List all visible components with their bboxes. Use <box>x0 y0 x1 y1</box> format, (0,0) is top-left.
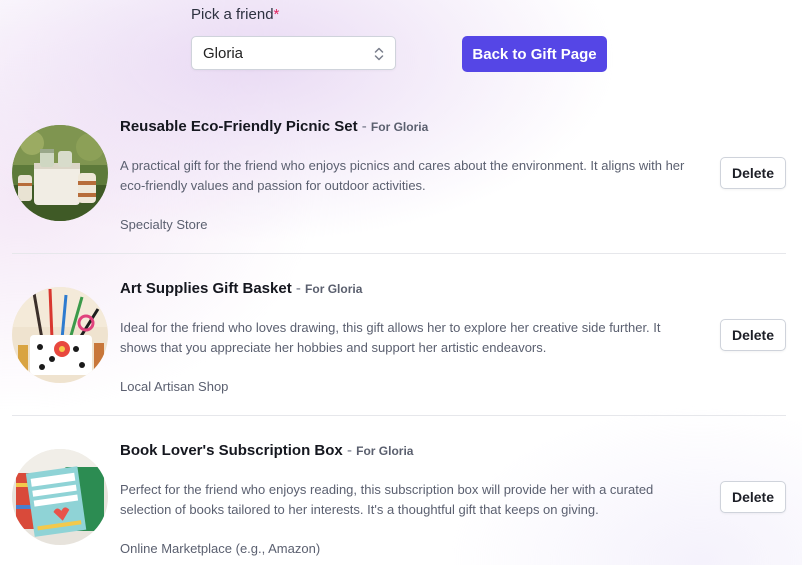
gift-source: Specialty Store <box>120 217 208 232</box>
delete-button[interactable]: Delete <box>720 481 786 513</box>
gift-description: Ideal for the friend who loves drawing, … <box>120 320 661 355</box>
title-separator: - <box>346 442 352 459</box>
gift-title: Reusable Eco-Friendly Picnic Set - For G… <box>120 118 428 135</box>
required-mark: * <box>273 6 280 23</box>
chevron-up-down-icon <box>373 45 385 63</box>
gift-title: Book Lover's Subscription Box - For Glor… <box>120 442 413 459</box>
friend-select[interactable]: Gloria <box>191 36 396 70</box>
title-separator: - <box>295 280 301 297</box>
gift-list: Reusable Eco-Friendly Picnic Set - For G… <box>12 104 786 565</box>
gift-name: Book Lover's Subscription Box <box>120 442 343 459</box>
gift-item: Book Lover's Subscription Box - For Glor… <box>12 415 786 565</box>
gift-title: Art Supplies Gift Basket - For Gloria <box>120 280 362 297</box>
gift-description: A practical gift for the friend who enjo… <box>120 158 685 193</box>
art-supplies-photo <box>12 287 108 383</box>
friend-picker-label: Pick a friend* <box>191 6 279 23</box>
gift-item: Art Supplies Gift Basket - For Gloria Id… <box>12 253 786 415</box>
friend-picker-label-text: Pick a friend <box>191 6 274 23</box>
picnic-set-photo <box>12 125 108 221</box>
back-to-gift-page-button[interactable]: Back to Gift Page <box>462 36 607 72</box>
gift-for-label: For Gloria <box>305 282 363 296</box>
title-separator: - <box>361 118 367 135</box>
gift-source: Online Marketplace (e.g., Amazon) <box>120 541 321 556</box>
delete-button[interactable]: Delete <box>720 319 786 351</box>
gift-for-label: For Gloria <box>356 444 414 458</box>
book-box-photo <box>12 449 108 545</box>
gift-name: Reusable Eco-Friendly Picnic Set <box>120 118 358 135</box>
gift-for-label: For Gloria <box>370 120 429 134</box>
gift-item: Reusable Eco-Friendly Picnic Set - For G… <box>12 104 786 253</box>
gift-source: Local Artisan Shop <box>120 379 229 394</box>
gift-description: Perfect for the friend who enjoys readin… <box>120 482 654 517</box>
delete-button[interactable]: Delete <box>720 157 786 189</box>
gift-name: Art Supplies Gift Basket <box>120 280 292 297</box>
friend-select-value: Gloria <box>203 44 244 62</box>
